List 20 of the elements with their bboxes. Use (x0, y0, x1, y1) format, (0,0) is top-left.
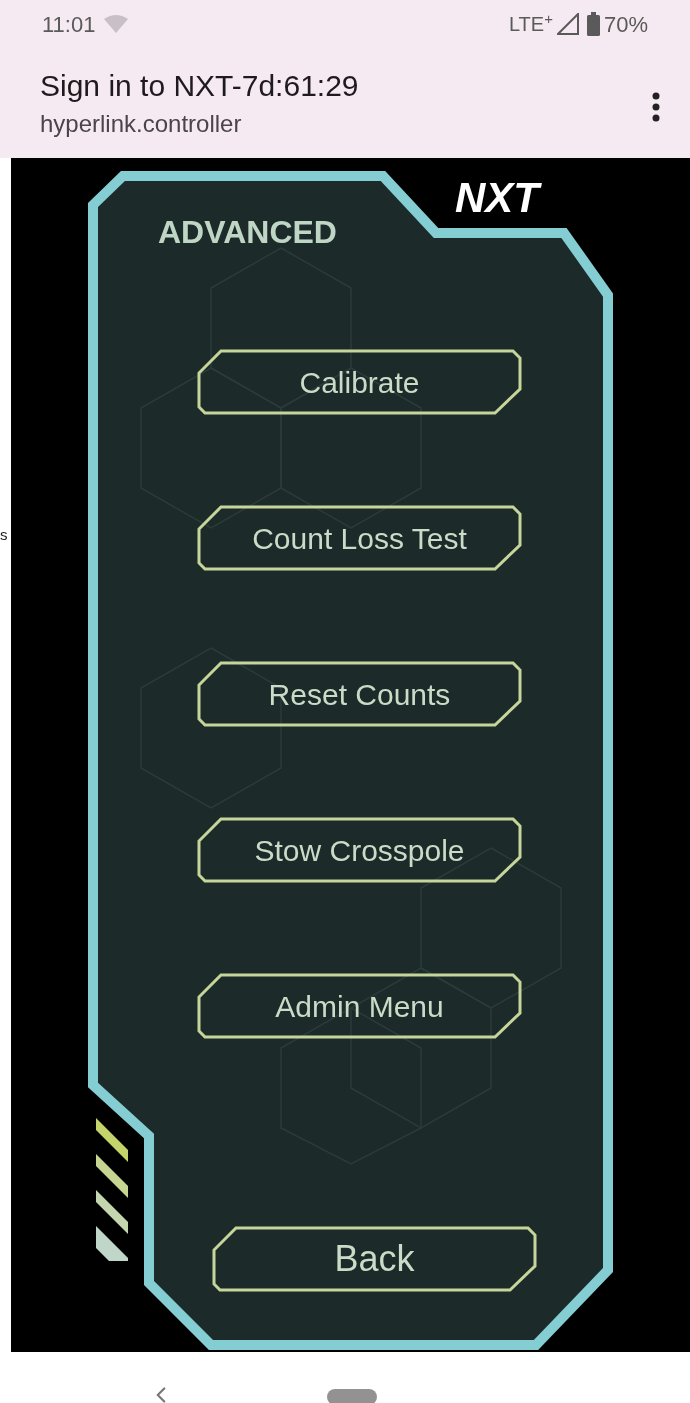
menu-button[interactable]: Stow Crosspole (197, 817, 522, 883)
network-label: LTE$^{+}$ (509, 9, 553, 37)
stripes-icon (96, 1118, 128, 1261)
menu-button[interactable]: Back (212, 1226, 537, 1292)
status-time: 11:01 (42, 10, 96, 39)
signal-icon (556, 13, 579, 35)
section-title: ADVANCED (158, 214, 338, 250)
more-options-icon[interactable] (652, 92, 660, 122)
menu-button[interactable]: Admin Menu (197, 973, 522, 1039)
battery-icon (586, 12, 600, 36)
page-title: Sign in to NXT-7d:61:29 (40, 68, 360, 104)
menu-button[interactable]: Calibrate (197, 349, 522, 415)
page-url: hyperlink.controller (40, 109, 243, 139)
wifi-icon (103, 14, 130, 34)
battery-percent: 70% (603, 10, 648, 39)
home-pill[interactable] (327, 1389, 377, 1403)
menu-button[interactable]: Count Loss Test (197, 505, 522, 571)
logo: NXT (451, 172, 549, 224)
menu-button[interactable]: Reset Counts (197, 661, 522, 727)
edge-text: s (0, 526, 8, 544)
